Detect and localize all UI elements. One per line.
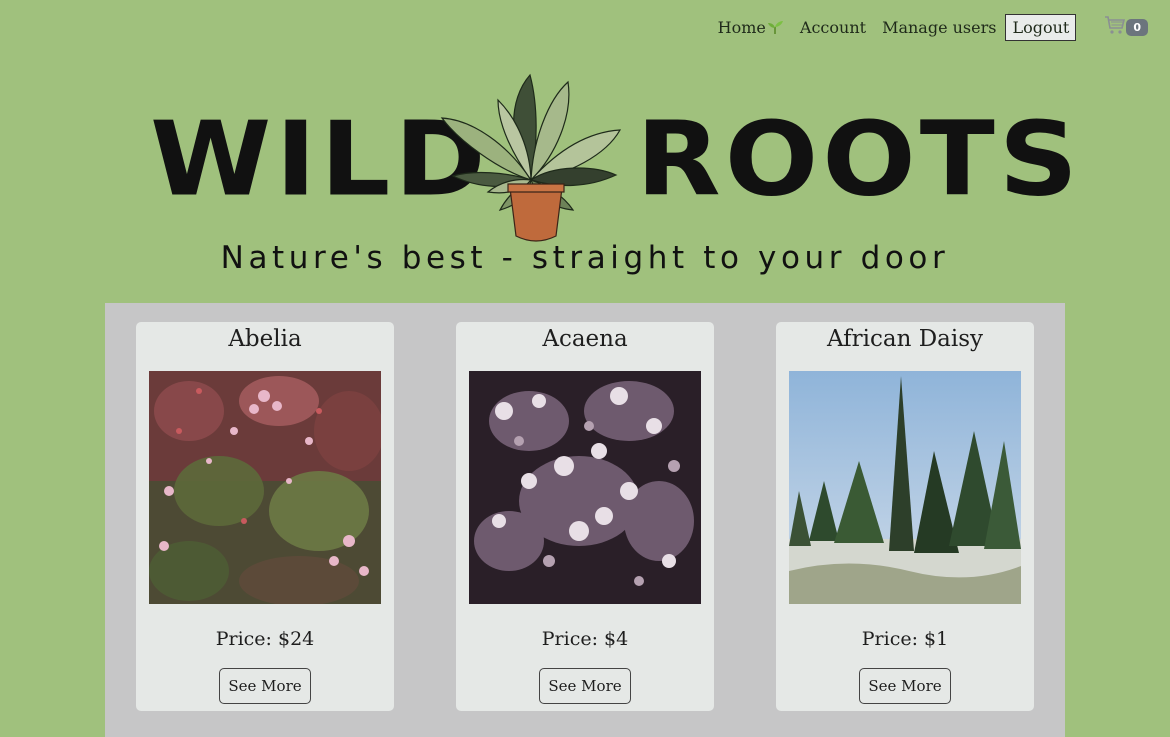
nav-manage-users-link[interactable]: Manage users — [882, 18, 996, 37]
site-logo[interactable]: WILD ROOTS — [0, 70, 1170, 245]
logout-button[interactable]: Logout — [1005, 13, 1077, 41]
cart-button[interactable]: 0 — [1104, 15, 1148, 39]
product-price: Price: $4 — [541, 628, 629, 650]
sprout-icon — [766, 20, 784, 37]
cart-icon — [1104, 15, 1126, 39]
product-image[interactable] — [469, 371, 701, 604]
product-image[interactable] — [789, 371, 1021, 604]
nav-account-link[interactable]: Account — [800, 18, 866, 37]
product-image[interactable] — [149, 371, 381, 604]
product-name: Abelia — [228, 326, 302, 352]
see-more-button[interactable]: See More — [219, 668, 311, 704]
logo-word-roots: ROOTS — [636, 99, 1082, 219]
product-price: Price: $24 — [215, 628, 315, 650]
see-more-button[interactable]: See More — [859, 668, 951, 704]
nav-home-label: Home — [717, 17, 766, 37]
product-grid: Abelia Price: $24 See More Acaena Price:… — [105, 303, 1065, 737]
top-nav: Home Account Manage users Logout 0 — [702, 13, 1148, 41]
see-more-button[interactable]: See More — [539, 668, 631, 704]
nav-home-link[interactable]: Home — [718, 18, 784, 37]
cart-count-badge: 0 — [1126, 18, 1148, 36]
product-card: Abelia Price: $24 See More — [136, 322, 394, 711]
product-card: African Daisy Price: $1 See More — [776, 322, 1034, 711]
tagline: Nature's best - straight to your door — [220, 240, 950, 276]
potted-plant-icon — [438, 70, 624, 249]
product-card: Acaena Price: $4 See More — [456, 322, 714, 711]
product-price: Price: $1 — [861, 628, 949, 650]
product-name: African Daisy — [826, 326, 984, 352]
product-name: Acaena — [542, 326, 628, 352]
